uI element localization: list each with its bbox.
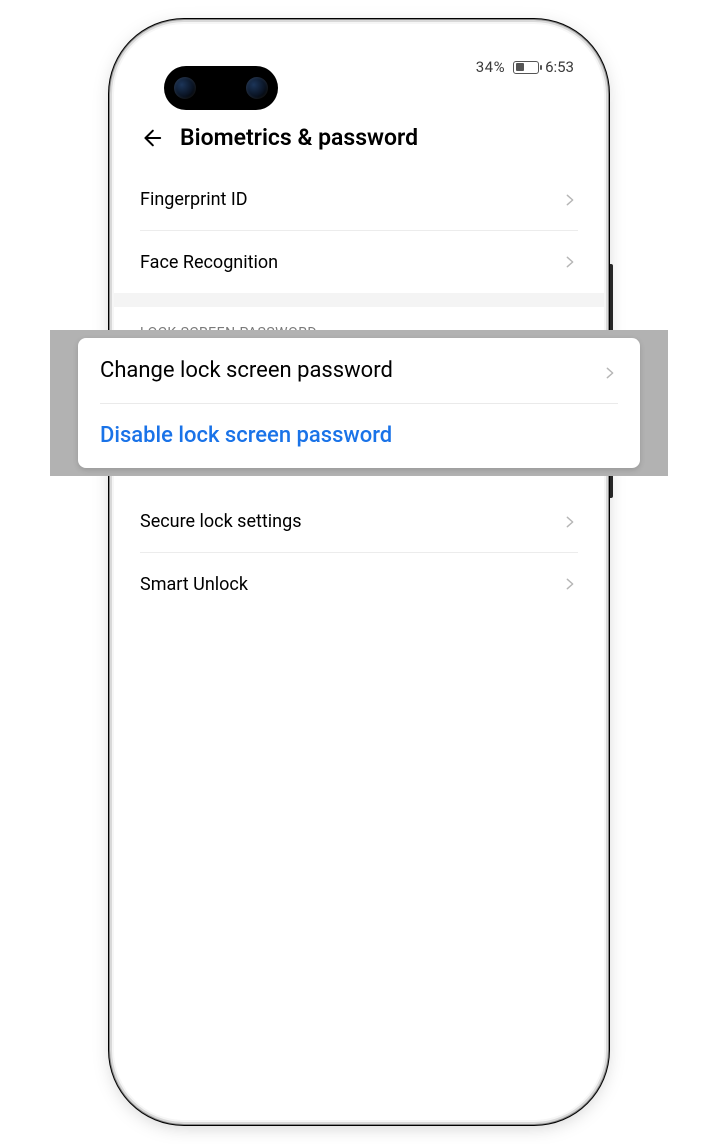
- back-arrow-icon[interactable]: [140, 127, 162, 149]
- battery-icon: [513, 61, 539, 74]
- settings-screen: Biometrics & password Fingerprint ID Fac…: [114, 110, 604, 1120]
- row-label: Fingerprint ID: [140, 189, 562, 210]
- row-face-recognition[interactable]: Face Recognition: [140, 231, 578, 293]
- camera-cutout: [164, 66, 278, 110]
- chevron-right-icon: [562, 254, 578, 270]
- settings-list-top: Fingerprint ID Face Recognition: [114, 169, 604, 293]
- chevron-right-icon: [562, 514, 578, 530]
- battery-percent: 34%: [476, 58, 505, 76]
- page-title: Biometrics & password: [180, 124, 418, 151]
- highlight-callout: Change lock screen password Disable lock…: [50, 330, 668, 476]
- chevron-right-icon: [562, 576, 578, 592]
- row-disable-lock-screen-password[interactable]: Disable lock screen password: [100, 404, 618, 469]
- chevron-right-icon: [602, 362, 618, 378]
- row-change-lock-screen-password[interactable]: Change lock screen password: [100, 338, 618, 403]
- row-fingerprint-id[interactable]: Fingerprint ID: [140, 169, 578, 231]
- chevron-right-icon: [562, 192, 578, 208]
- camera-lens-left: [174, 77, 196, 99]
- row-label: Face Recognition: [140, 252, 562, 273]
- page-header: Biometrics & password: [114, 110, 604, 169]
- row-secure-lock-settings[interactable]: Secure lock settings: [140, 491, 578, 553]
- row-label: Disable lock screen password: [100, 423, 618, 448]
- camera-lens-right: [246, 77, 268, 99]
- row-label: Secure lock settings: [140, 511, 562, 532]
- callout-card: Change lock screen password Disable lock…: [78, 338, 640, 468]
- settings-list-bottom: Secure lock settings Smart Unlock: [114, 491, 604, 615]
- row-label: Smart Unlock: [140, 574, 562, 595]
- section-divider: [114, 293, 604, 307]
- row-label: Change lock screen password: [100, 358, 602, 383]
- clock: 6:53: [545, 58, 574, 76]
- row-smart-unlock[interactable]: Smart Unlock: [140, 553, 578, 615]
- phone-frame: 34% 6:53 Biometrics & password Fingerpri…: [114, 24, 604, 1120]
